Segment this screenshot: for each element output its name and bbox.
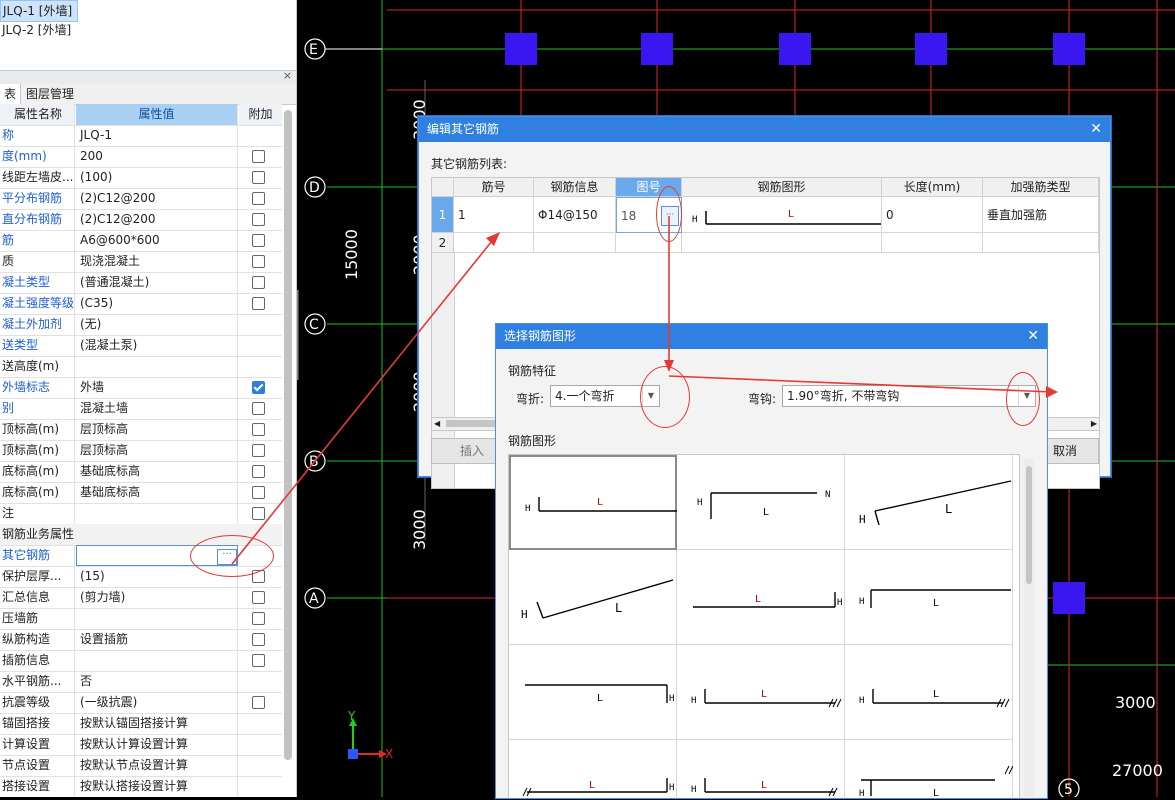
annotation-oval [190,535,274,577]
annotation-oval [640,366,690,428]
annotation-oval [656,186,682,242]
annotation-oval [1006,372,1040,426]
annotation-overlay [231,216,1058,565]
